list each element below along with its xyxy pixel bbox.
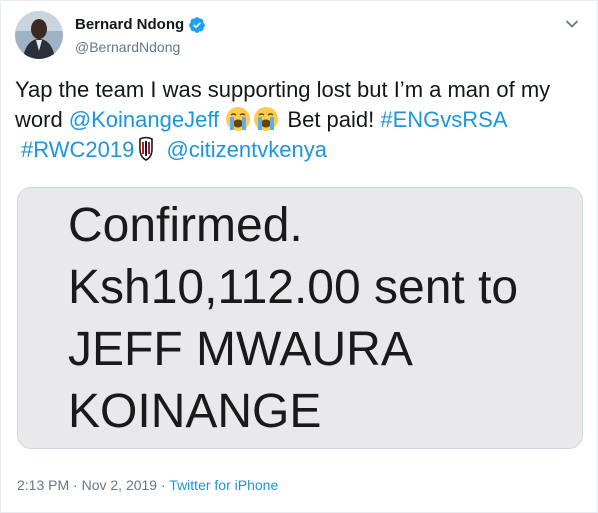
separator: ·	[157, 477, 170, 493]
image-text-line: Confirmed.	[68, 199, 303, 252]
loudly-crying-face-icon	[225, 106, 251, 132]
loudly-crying-face-icon	[253, 106, 279, 132]
tweet-date[interactable]: Nov 2, 2019	[82, 477, 158, 493]
image-text-line: Ksh10,112.00 sent to	[68, 261, 519, 314]
author-handle[interactable]: @BernardNdong	[75, 38, 180, 56]
rugby-world-cup-icon	[136, 136, 156, 162]
tweet-time[interactable]: 2:13 PM	[17, 477, 69, 493]
tweet-metadata: 2:13 PM · Nov 2, 2019 · Twitter for iPho…	[17, 475, 278, 495]
tweet-source-link[interactable]: Twitter for iPhone	[169, 477, 278, 493]
tweet-card: Bernard Ndong @BernardNdong Yap the team…	[0, 0, 598, 513]
author-name-row: Bernard Ndong	[75, 15, 206, 35]
chevron-down-icon[interactable]	[563, 15, 581, 33]
author-display-name[interactable]: Bernard Ndong	[75, 15, 184, 35]
separator: ·	[69, 477, 82, 493]
mention-link[interactable]: @citizentvkenya	[166, 137, 327, 162]
mention-link[interactable]: @KoinangeJeff	[69, 107, 219, 132]
avatar[interactable]	[15, 11, 63, 59]
verified-badge-icon	[188, 16, 206, 34]
tweet-text-part: Bet paid!	[281, 107, 381, 132]
tweet-text: Yap the team I was supporting lost but I…	[15, 75, 587, 165]
hashtag-link[interactable]: #RWC2019	[21, 137, 134, 162]
attached-image[interactable]: Confirmed. Ksh10,112.00 sent to JEFF MWA…	[17, 187, 583, 449]
hashtag-link[interactable]: #ENGvsRSA	[380, 107, 507, 132]
image-text-line: KOINANGE	[68, 385, 322, 438]
image-text-line: JEFF MWAURA	[68, 323, 413, 376]
